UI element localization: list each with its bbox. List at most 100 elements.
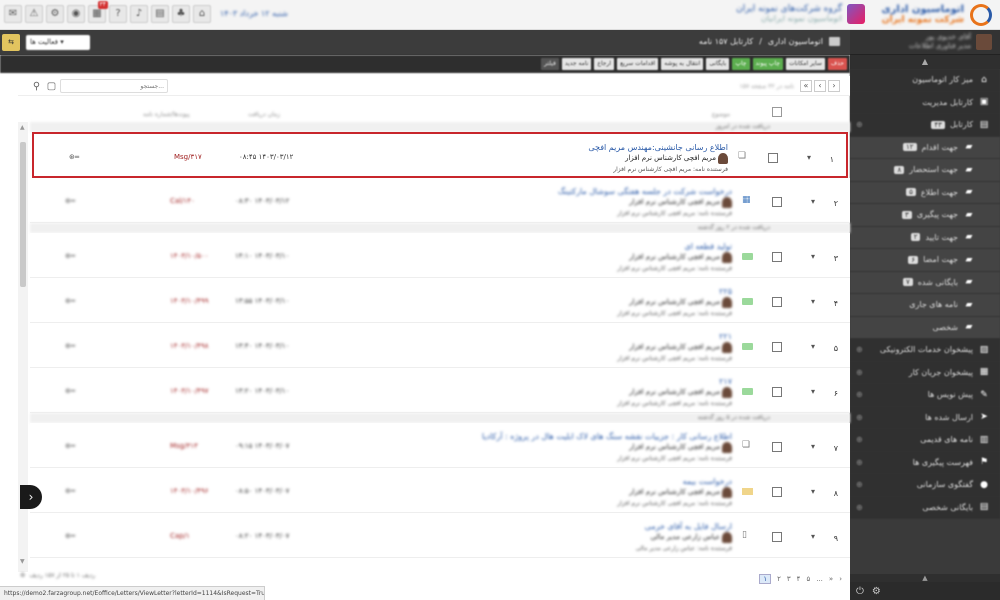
chevron-down-icon[interactable]: ▾ xyxy=(811,342,815,351)
bell-icon[interactable]: ♣ xyxy=(172,5,190,23)
sidebar-item[interactable]: ۷ بایگانی شده ▰ xyxy=(850,271,1000,294)
home-icon[interactable]: ⌂ xyxy=(193,5,211,23)
letter-number[interactable]: ۱۴۰۳/۱۰/۴۹۹ xyxy=(170,297,209,305)
expand-icon[interactable]: ⊕ xyxy=(856,390,863,399)
sidebar-collapse[interactable]: ▲ xyxy=(850,55,1000,69)
sidebar-item[interactable]: ⊕ فهرست پیگیری ها ⚑ xyxy=(850,451,1000,474)
help-icon[interactable]: ? xyxy=(109,5,127,23)
letter-subject[interactable]: ۲۲۱ xyxy=(617,331,732,342)
attachment-icon[interactable]: ⊛═ xyxy=(65,297,75,305)
settings-icon[interactable]: ⚙ xyxy=(20,572,25,579)
gear-icon[interactable]: ⚙ xyxy=(46,5,64,23)
letter-number[interactable]: Msg/۳۱۷ xyxy=(174,153,202,161)
row-checkbox[interactable] xyxy=(772,297,782,307)
scroll-down-icon[interactable]: ▼ xyxy=(20,558,25,565)
toolbar-button[interactable]: انتقال به پوشه xyxy=(661,58,704,70)
sidebar-item[interactable]: ۱۲ جهت اقدام ▰ xyxy=(850,136,1000,159)
expand-icon[interactable]: ⊕ xyxy=(856,368,863,377)
toolbar-button[interactable]: بایگانی xyxy=(706,58,730,70)
sidebar-item[interactable]: ⊕ پیشخوان جریان کار ▦ xyxy=(850,361,1000,384)
sidebar-item[interactable]: ⊕ پیش نویس ها ✎ xyxy=(850,384,1000,407)
attachment-icon[interactable]: ⊛═ xyxy=(65,532,75,540)
expand-icon[interactable]: ⊕ xyxy=(856,503,863,512)
letter-number[interactable]: ۱۴۰۳/۱۰/۴۹۷ xyxy=(170,387,209,395)
power-icon[interactable]: ⏻ xyxy=(856,586,864,597)
sidebar-item[interactable]: ⊕ گفتگوی سازمانی ● xyxy=(850,474,1000,497)
expand-icon[interactable]: ⊕ xyxy=(856,458,863,467)
table-row[interactable]: ۳ ▾ تولید قطعه ای مریم افچی کارشناس نرم افز… xyxy=(30,233,850,278)
sidebar-item[interactable]: ⊕ پیشخوان خدمات الکترونیکی ▨ xyxy=(850,339,1000,362)
search-icon[interactable]: ⚲ xyxy=(30,80,43,93)
page-link[interactable]: ۴ xyxy=(797,575,801,583)
scrollbar-thumb[interactable] xyxy=(20,142,26,287)
chevron-down-icon[interactable]: ▾ xyxy=(811,442,815,451)
toolbar-button[interactable]: چاپ پیوند xyxy=(752,58,783,70)
clear-icon[interactable]: ▢ xyxy=(45,80,58,93)
table-row[interactable]: ۵ ▾ ۲۲۱ مریم افچی کارشناس نرم افزار فرستنده … xyxy=(30,323,850,368)
table-row[interactable]: ۱ ▾ ❏ اطلاع رسانی جانشینی:مهندس مریم افچی مر… xyxy=(32,132,848,178)
letter-subject[interactable]: ۲۲۵ xyxy=(617,286,732,297)
letter-subject[interactable]: تولید قطعه ای xyxy=(617,241,732,252)
toolbar-button[interactable]: حذف xyxy=(827,58,847,70)
toolbar-button[interactable]: فیلتر xyxy=(541,58,559,70)
group-header[interactable]: دریافت شده در امروز xyxy=(30,122,850,132)
sidebar-item[interactable]: شخصی ▰ xyxy=(850,316,1000,339)
sidebar-item[interactable]: ۲ جهت تایید ▰ xyxy=(850,226,1000,249)
letter-subject[interactable]: ارسال فایل به آقای خرمی xyxy=(636,521,732,532)
sidebar-item[interactable]: ⊕ ۴۳ کارتابل ▤ xyxy=(850,114,1000,137)
brand-block[interactable]: اتوماسیون اداری شرکت نمونه ایران xyxy=(881,3,992,27)
row-checkbox[interactable] xyxy=(772,252,782,262)
col-subject[interactable]: موضوع xyxy=(712,111,730,118)
search-input[interactable] xyxy=(60,79,168,93)
chevron-down-icon[interactable]: ▾ xyxy=(811,297,815,306)
group-header[interactable]: دریافت شده در ۲ روز گذشته xyxy=(30,223,850,233)
table-row[interactable]: ۸ ▾ درخواست بیمه مریم افچی کارشناس نرم افزا… xyxy=(30,468,850,513)
sidebar-item[interactable]: ۳ جهت پیگیری ▰ xyxy=(850,204,1000,227)
letter-subject[interactable]: ۲۱۷ xyxy=(617,376,732,387)
letter-number[interactable]: ۱۴۰۳/۱۰/۵۰۰ xyxy=(170,252,209,260)
select-all-checkbox[interactable] xyxy=(772,107,782,117)
sidebar-item[interactable]: ⊕ نامه های قدیمی ▥ xyxy=(850,429,1000,452)
sidebar-item[interactable]: نامه های جاری ▰ xyxy=(850,294,1000,317)
expand-icon[interactable]: ⊕ xyxy=(856,120,863,129)
attachment-icon[interactable]: ⊛═ xyxy=(65,252,75,260)
page-link[interactable]: › xyxy=(839,575,842,583)
toolbar-button[interactable]: سایر امکانات xyxy=(786,58,825,70)
chevron-down-icon[interactable]: ▾ xyxy=(811,387,815,396)
page-link[interactable]: ۲ xyxy=(777,575,781,583)
col-number[interactable]: پیوندها/شماره نامه xyxy=(143,111,190,118)
letter-number[interactable]: ۱۴۰۳/۱۰/۴۹۶ xyxy=(170,487,209,495)
toolbar-button[interactable]: ارجاع xyxy=(594,58,615,70)
attachment-icon[interactable]: ⊛═ xyxy=(69,153,79,161)
table-icon[interactable]: ▤ xyxy=(151,5,169,23)
attachment-icon[interactable]: ⊛═ xyxy=(65,487,75,495)
table-row[interactable]: ۹ ▾ ▯ ارسال فایل به آقای خرمی عباس زارعی مدی… xyxy=(30,513,850,558)
toolbar-button[interactable]: چاپ xyxy=(732,58,750,70)
row-checkbox[interactable] xyxy=(772,387,782,397)
group-header[interactable]: دریافت شده در ۵ روز گذشته xyxy=(30,413,850,423)
toolbar-button[interactable]: نامه جدید xyxy=(561,58,592,70)
letter-subject[interactable]: درخواست بیمه xyxy=(617,476,732,487)
first-page-button[interactable]: « xyxy=(800,80,812,92)
exit-icon[interactable]: ⇆ xyxy=(2,34,20,51)
breadcrumb-root[interactable]: اتوماسیون اداری xyxy=(768,37,823,46)
chevron-down-icon[interactable]: ▾ xyxy=(811,532,815,541)
page-link[interactable]: ۳ xyxy=(787,575,791,583)
row-checkbox[interactable] xyxy=(772,532,782,542)
toolbar-button[interactable]: اقدامات سریع xyxy=(617,58,659,70)
attachment-icon[interactable]: ⊛═ xyxy=(65,197,75,205)
activities-dropdown[interactable]: فعالیت ها ▾ xyxy=(26,35,90,50)
expand-icon[interactable]: ⊕ xyxy=(856,413,863,422)
calendar-icon[interactable]: ▦ ۳۴ xyxy=(88,1,108,23)
sidebar-item[interactable]: ۸ جهت استحضار ▰ xyxy=(850,159,1000,182)
row-checkbox[interactable] xyxy=(772,487,782,497)
attachment-icon[interactable]: ⊛═ xyxy=(65,442,75,450)
letter-number[interactable]: Cap/۱ xyxy=(170,532,190,540)
sidebar-bottom-collapse[interactable]: ▲ xyxy=(850,574,1000,582)
row-checkbox[interactable] xyxy=(772,197,782,207)
sidebar-item[interactable]: ۵ جهت اطلاع ▰ xyxy=(850,181,1000,204)
sidebar-item[interactable]: ⊕ ارسال شده ها ➤ xyxy=(850,406,1000,429)
row-checkbox[interactable] xyxy=(772,342,782,352)
expand-icon[interactable]: ⊕ xyxy=(856,435,863,444)
eye-icon[interactable]: ◉ xyxy=(67,5,85,23)
